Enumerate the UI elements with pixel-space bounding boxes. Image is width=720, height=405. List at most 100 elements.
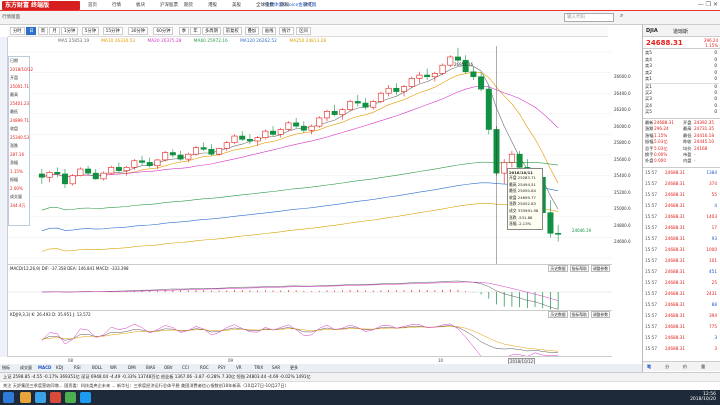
- quote-tab[interactable]: 量: [701, 364, 705, 370]
- top-menu-item[interactable]: 港股: [208, 2, 217, 8]
- candle-body[interactable]: [177, 154, 184, 160]
- candle-body[interactable]: [300, 125, 307, 131]
- candle-body[interactable]: [393, 87, 400, 92]
- chart-tool-button[interactable]: 区间: [296, 27, 311, 35]
- indicator-tab[interactable]: BOLL: [92, 365, 102, 370]
- candle-body[interactable]: [354, 101, 361, 104]
- candle-body[interactable]: [316, 117, 323, 127]
- indicator-tab[interactable]: CCI: [182, 365, 189, 370]
- candle-body[interactable]: [38, 173, 45, 178]
- period-tab[interactable]: 月: [49, 27, 60, 35]
- wechat-icon[interactable]: [65, 392, 76, 403]
- candle-body[interactable]: [277, 129, 284, 135]
- period-tab[interactable]: 多周期: [202, 27, 221, 35]
- indicator-tab[interactable]: TRIX: [254, 365, 263, 370]
- layout-selector[interactable]: 行情版面: [2, 12, 62, 24]
- candle-body[interactable]: [408, 78, 415, 87]
- candle-body[interactable]: [231, 135, 238, 143]
- candle-body[interactable]: [401, 86, 408, 92]
- candle-body[interactable]: [208, 148, 215, 155]
- top-menu-item[interactable]: 沪深股票: [160, 2, 178, 8]
- candle-body[interactable]: [162, 152, 169, 161]
- macd-chart[interactable]: [8, 273, 612, 311]
- candle-body[interactable]: [131, 160, 138, 168]
- candle-body[interactable]: [169, 152, 176, 156]
- candle-body[interactable]: [424, 74, 431, 78]
- app-icon[interactable]: [50, 392, 61, 403]
- candle-body[interactable]: [185, 153, 192, 160]
- candle-body[interactable]: [100, 172, 107, 180]
- indicator-tab[interactable]: KDJ: [56, 365, 63, 370]
- chart-tool-button[interactable]: 统计: [279, 27, 294, 35]
- candle-body[interactable]: [85, 168, 92, 174]
- candle-body[interactable]: [347, 101, 354, 110]
- indicator-tab[interactable]: SAR: [272, 365, 280, 370]
- candle-body[interactable]: [223, 142, 230, 149]
- period-tab[interactable]: 季: [178, 27, 190, 35]
- search-input[interactable]: 输入代码: [564, 13, 614, 22]
- top-menu-item[interactable]: 首页: [88, 2, 97, 8]
- candle-body[interactable]: [431, 73, 438, 78]
- indicator-tab[interactable]: PSY: [218, 365, 225, 370]
- period-tab[interactable]: 日: [26, 27, 37, 35]
- browser-icon[interactable]: [35, 392, 46, 403]
- period-tab[interactable]: 1分钟: [61, 27, 79, 35]
- candle-body[interactable]: [108, 167, 115, 174]
- indicator-tab[interactable]: ROC: [200, 365, 209, 370]
- period-tab[interactable]: 周: [37, 27, 49, 35]
- candle-body[interactable]: [331, 111, 338, 115]
- candle-body[interactable]: [239, 135, 246, 140]
- top-menu-item[interactable]: 全球指数: [256, 2, 274, 8]
- top-menu-item[interactable]: 行情: [112, 2, 121, 8]
- candle-body[interactable]: [77, 168, 84, 176]
- candle-body[interactable]: [516, 153, 523, 168]
- candle-body[interactable]: [123, 167, 130, 171]
- period-tab[interactable]: 5分钟: [81, 27, 100, 35]
- candle-body[interactable]: [470, 71, 477, 78]
- candle-body[interactable]: [270, 130, 277, 135]
- quote-tab[interactable]: 价: [683, 364, 687, 370]
- chart-tool-button[interactable]: 叠加: [244, 27, 260, 35]
- chart-tool-button[interactable]: 画线: [261, 27, 277, 35]
- indicator-tab[interactable]: VR: [236, 365, 242, 370]
- candle-body[interactable]: [146, 162, 153, 167]
- candle-body[interactable]: [547, 212, 554, 234]
- panel-button[interactable]: 调整参数: [590, 311, 610, 318]
- candle-body[interactable]: [454, 56, 461, 61]
- top-menu-item[interactable]: 期权: [280, 2, 289, 8]
- candle-body[interactable]: [154, 159, 161, 167]
- candle-body[interactable]: [246, 139, 253, 142]
- panel-button[interactable]: 历史数据: [548, 311, 568, 318]
- candle-body[interactable]: [447, 56, 454, 66]
- candle-body[interactable]: [200, 147, 207, 150]
- period-tab[interactable]: 分时: [10, 27, 25, 35]
- indicator-tab[interactable]: 指标: [2, 365, 10, 371]
- explorer-icon[interactable]: [20, 392, 31, 403]
- panel-button[interactable]: 指标帮助: [569, 265, 589, 272]
- candle-body[interactable]: [362, 102, 369, 108]
- indicator-tab[interactable]: RSI: [74, 365, 81, 370]
- candle-body[interactable]: [478, 76, 485, 90]
- quote-tab[interactable]: 分: [665, 364, 669, 370]
- candle-body[interactable]: [69, 175, 76, 185]
- news-text[interactable]: 关注 天舒集团三季度营收同增... 国资委：科技类央企未来 ... 新华社：三季…: [3, 383, 289, 389]
- panel-button[interactable]: 调整参数: [590, 265, 610, 272]
- top-menu-item[interactable]: 期货: [184, 2, 193, 8]
- indicator-tab[interactable]: BIAS: [146, 365, 155, 370]
- period-tab[interactable]: 年: [190, 27, 201, 35]
- period-tab[interactable]: 60分钟: [153, 27, 174, 35]
- panel-button[interactable]: 指标帮助: [569, 311, 589, 318]
- chart-tool-button[interactable]: 前复权: [222, 27, 242, 35]
- candle-body[interactable]: [323, 111, 330, 119]
- candle-body[interactable]: [92, 172, 99, 180]
- top-menu-item[interactable]: 美股: [232, 2, 241, 8]
- candle-body[interactable]: [139, 160, 146, 163]
- candle-body[interactable]: [285, 122, 292, 130]
- indicator-tab[interactable]: 更多: [290, 365, 298, 371]
- kdj-chart[interactable]: [8, 319, 612, 357]
- search-icon[interactable]: ⌕: [620, 12, 623, 20]
- top-menu-item[interactable]: 板块: [136, 2, 145, 8]
- candle-body[interactable]: [339, 109, 346, 115]
- candle-body[interactable]: [439, 64, 446, 74]
- top-menu-item[interactable]: 外汇: [304, 2, 313, 8]
